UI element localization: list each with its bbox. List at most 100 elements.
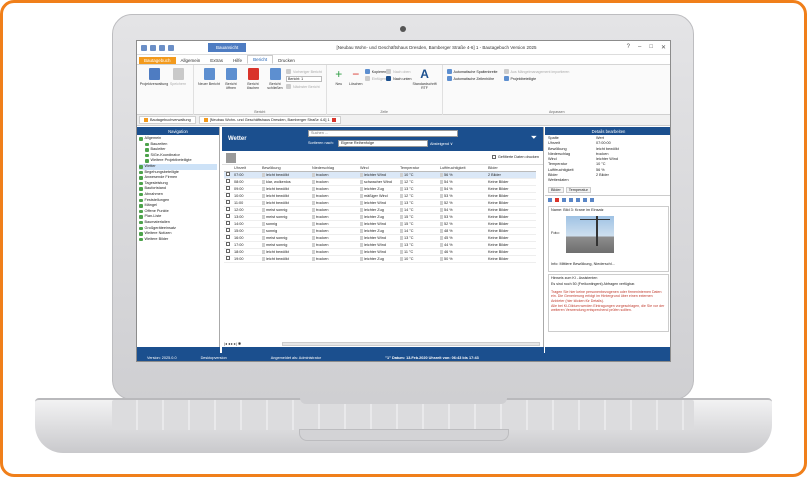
row-checkbox[interactable]	[224, 199, 232, 207]
neuer-bericht-button[interactable]: Neuer Bericht	[198, 68, 220, 86]
dropdown-icon[interactable]	[440, 179, 443, 184]
dropdown-icon[interactable]	[360, 221, 363, 226]
row-checkbox[interactable]	[224, 192, 232, 200]
row-checkbox[interactable]	[224, 185, 232, 193]
table-cell[interactable]: Keine Bilder	[486, 220, 536, 228]
dropdown-icon[interactable]	[440, 242, 443, 247]
bericht-oeffnen-button[interactable]: Bericht öffnen	[220, 68, 242, 90]
view-icon[interactable]	[590, 197, 594, 202]
table-cell[interactable]: trocken	[310, 227, 358, 235]
table-row[interactable]: 12:00 meist sonnig trocken leichter Zug 14 °…	[224, 206, 536, 214]
table-cell[interactable]: 48 %	[438, 227, 486, 235]
table-row[interactable]: 08:00 klar, wolkenlos trocken schwacher Win…	[224, 178, 536, 186]
bericht-loeschen-button[interactable]: Bericht löschen	[242, 68, 264, 90]
dropdown-icon[interactable]	[360, 249, 363, 254]
maximize-icon[interactable]: □	[649, 44, 653, 51]
table-row[interactable]: 09:00 leicht bewölkt trocken leichter Zug 13…	[224, 185, 536, 193]
undo-icon[interactable]	[159, 44, 165, 51]
loeschen-button[interactable]: − Löschen	[347, 68, 365, 86]
table-cell[interactable]: trocken	[310, 213, 358, 221]
table-cell[interactable]: 15 °C	[398, 220, 438, 228]
dropdown-icon[interactable]	[400, 242, 403, 247]
dropdown-icon[interactable]	[312, 214, 315, 219]
close-tab-icon[interactable]	[331, 118, 336, 122]
dropdown-icon[interactable]	[400, 207, 403, 212]
table-cell[interactable]: leichter Wind	[358, 199, 398, 207]
nach-oben-button[interactable]: Nach oben	[386, 69, 411, 74]
dropdown-icon[interactable]	[312, 179, 315, 184]
hint-warning[interactable]: Tragen Sie hier keine personenbezogenen …	[551, 290, 666, 304]
table-cell[interactable]: Keine Bilder	[486, 255, 536, 263]
dropdown-icon[interactable]	[262, 256, 265, 261]
table-cell[interactable]: 13 °C	[398, 234, 438, 242]
dropdown-icon[interactable]	[312, 256, 315, 261]
down-icon[interactable]	[576, 197, 580, 202]
redo-icon[interactable]	[168, 44, 174, 51]
row-checkbox[interactable]	[224, 227, 232, 235]
table-cell[interactable]: meist sonnig	[260, 234, 310, 242]
table-cell[interactable]: 46 %	[438, 248, 486, 256]
table-cell[interactable]: 54 %	[438, 185, 486, 193]
dropdown-icon[interactable]	[360, 242, 363, 247]
projektverwaltung-button[interactable]: Projektverwaltung	[140, 68, 168, 86]
dropdown-icon[interactable]	[400, 200, 403, 205]
dropdown-icon[interactable]	[400, 235, 403, 240]
dropdown-icon[interactable]	[262, 221, 265, 226]
table-cell[interactable]: leichter Zug	[358, 206, 398, 214]
table-cell[interactable]: trocken	[310, 178, 358, 186]
app-icon[interactable]	[141, 44, 147, 51]
table-cell[interactable]: 2 Bilder	[486, 171, 536, 179]
dropdown-icon[interactable]	[440, 249, 443, 254]
table-cell[interactable]: Keine Bilder	[486, 192, 536, 200]
table-cell[interactable]: Keine Bilder	[486, 241, 536, 249]
table-cell[interactable]: leichter Zug	[358, 213, 398, 221]
property-row[interactable]: Wetterdaten	[548, 178, 669, 183]
sort-direction-toggle[interactable]: Absteigend ∨	[430, 141, 453, 146]
table-cell[interactable]: Keine Bilder	[486, 178, 536, 186]
table-row[interactable]: 17:00 meist sonnig trocken leichter Wind 13 …	[224, 241, 536, 249]
table-cell[interactable]: leichter Zug	[358, 185, 398, 193]
table-cell[interactable]: Keine Bilder	[486, 213, 536, 221]
dropdown-icon[interactable]	[312, 172, 315, 177]
dropdown-icon[interactable]	[360, 186, 363, 191]
dropdown-icon[interactable]	[400, 179, 403, 184]
dropdown-icon[interactable]	[440, 214, 443, 219]
dropdown-icon[interactable]	[262, 249, 265, 254]
table-cell[interactable]: leichter Zug	[358, 227, 398, 235]
table-cell[interactable]: 15 °C	[398, 213, 438, 221]
tab-bautagebuchverwaltung[interactable]: Bautagebuchverwaltung	[139, 116, 196, 124]
dropdown-icon[interactable]	[360, 207, 363, 212]
table-cell[interactable]: 12:00	[232, 206, 260, 214]
table-cell[interactable]: trocken	[310, 206, 358, 214]
dropdown-icon[interactable]	[400, 172, 403, 177]
table-cell[interactable]: 16:00	[232, 234, 260, 242]
table-row[interactable]: 18:00 leicht bewölkt trocken leichter Wind 1…	[224, 248, 536, 256]
auto-spaltenbreite-button[interactable]: Automatische Spaltenbreite	[446, 69, 498, 74]
table-cell[interactable]: trocken	[310, 185, 358, 193]
table-cell[interactable]: 13 °C	[398, 199, 438, 207]
construction-photo[interactable]	[566, 215, 614, 253]
row-checkbox[interactable]	[224, 206, 232, 214]
table-row[interactable]: 11:00 leicht bewölkt trocken leichter Wind 1…	[224, 199, 536, 207]
dropdown-icon[interactable]	[312, 193, 315, 198]
dropdown-icon[interactable]	[262, 207, 265, 212]
dropdown-icon[interactable]	[312, 235, 315, 240]
dropdown-icon[interactable]	[262, 228, 265, 233]
table-cell[interactable]: leicht bewölkt	[260, 171, 310, 179]
row-checkbox[interactable]	[224, 178, 232, 186]
dropdown-icon[interactable]	[312, 186, 315, 191]
naechster-bericht-button[interactable]: Nächster Bericht	[286, 84, 322, 89]
table-cell[interactable]: Keine Bilder	[486, 234, 536, 242]
minimize-icon[interactable]: –	[638, 44, 641, 51]
dropdown-icon[interactable]	[400, 186, 403, 191]
dropdown-icon[interactable]	[400, 228, 403, 233]
dropdown-icon[interactable]	[262, 172, 265, 177]
dropdown-icon[interactable]	[312, 242, 315, 247]
table-cell[interactable]: 11 °C	[398, 248, 438, 256]
tab-temperatur[interactable]: Temperatur	[565, 186, 591, 193]
tab-bericht[interactable]: Bericht	[247, 55, 274, 64]
save-icon[interactable]	[150, 44, 156, 51]
add-image-icon[interactable]	[548, 197, 552, 202]
tab-project-report[interactable]: [Neubau Wohn- und Geschäftshaus Dresden,…	[198, 116, 341, 124]
dropdown-icon[interactable]	[440, 221, 443, 226]
